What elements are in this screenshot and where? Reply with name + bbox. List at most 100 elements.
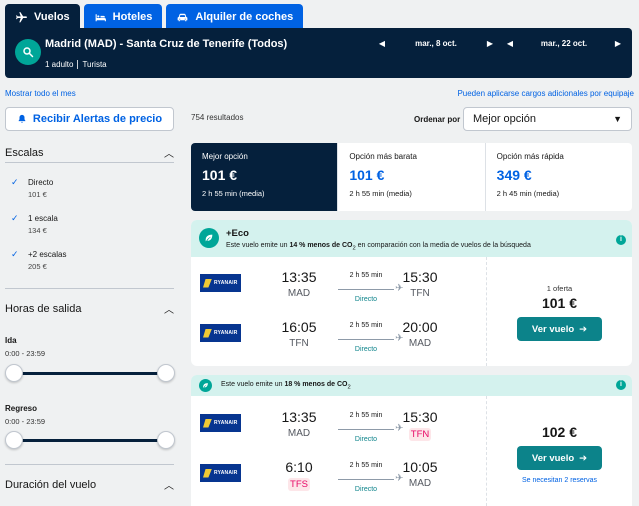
view-flight-button[interactable]: Ver vuelo ➔ — [517, 317, 602, 341]
prev-day-icon[interactable]: ◀ — [377, 39, 387, 48]
departure-time: 13:35 — [281, 269, 317, 285]
leaf-icon — [199, 228, 219, 248]
return-time-label: Regreso — [5, 404, 38, 413]
flight-price: 102 € — [541, 424, 578, 440]
return-date[interactable]: mar., 22 oct. — [541, 39, 587, 48]
prev-day-icon[interactable]: ◀ — [505, 39, 515, 48]
sort-label: Ordenar por — [414, 115, 461, 124]
summary-label: Opción más rápida — [496, 152, 564, 161]
stops-option-2-escalas[interactable]: ✓ +2 escalas 205 € — [11, 250, 66, 272]
eco-text-post: en comparación con la media de vuelos de… — [355, 242, 531, 249]
result-card[interactable]: +Eco Este vuelo emite un 14 % menos de C… — [191, 220, 632, 366]
bookings-note[interactable]: Se necesitan 2 reservas — [487, 477, 632, 484]
departure-times-header[interactable]: Horas de salida ︿ — [5, 301, 174, 317]
ryanair-logo: RYANAIR — [200, 274, 241, 292]
slider-handle-max[interactable] — [157, 364, 175, 382]
flight-legs: RYANAIR 13:35 MAD 2 h 55 min ✈ Directo 1… — [191, 257, 487, 366]
summary-fastest[interactable]: Opción más rápida 349 € 2 h 45 min (medi… — [486, 143, 632, 211]
checkbox-checked-icon[interactable]: ✓ — [11, 214, 20, 223]
leg-duration: 2 h 55 min — [349, 412, 383, 419]
flight-leg-return: RYANAIR 6:10 TFS 2 h 55 min ✈ Directo 10… — [191, 451, 487, 501]
leg-stops: Directo — [354, 436, 378, 443]
tab-vuelos[interactable]: Vuelos — [5, 4, 80, 30]
stops-option-price: 205 € — [28, 262, 47, 271]
flight-price: 101 € — [541, 295, 578, 311]
eco-banner: Este vuelo emite un 18 % menos de CO2 i — [191, 375, 632, 396]
slider-handle-max[interactable] — [157, 431, 175, 449]
stops-filter-header[interactable]: Escalas ︿ — [5, 145, 174, 161]
summary-best[interactable]: Mejor opción 101 € 2 h 55 min (media) — [191, 143, 339, 211]
ryanair-logo: RYANAIR — [200, 414, 241, 432]
departure-time: 6:10 — [285, 459, 313, 475]
tab-label: Alquiler de coches — [195, 11, 294, 23]
stops-option-price: 101 € — [28, 190, 47, 199]
search-summary-bar[interactable]: Madrid (MAD) - Santa Cruz de Tenerife (T… — [5, 28, 632, 78]
stops-title: Escalas — [5, 146, 44, 159]
edit-search-button[interactable] — [15, 39, 41, 65]
slider-handle-min[interactable] — [5, 364, 23, 382]
caret-down-icon: ▼ — [613, 114, 622, 124]
tab-hoteles[interactable]: Hoteles — [83, 4, 163, 30]
flight-leg-return: RYANAIR 16:05 TFN 2 h 55 min ✈ Directo 2… — [191, 311, 487, 361]
divider — [5, 162, 174, 163]
sort-select[interactable]: Mejor opción ▼ — [463, 107, 632, 131]
bed-icon — [95, 13, 106, 21]
duration-filter-header[interactable]: Duración del vuelo ︿ — [5, 477, 174, 493]
view-flight-label: Ver vuelo — [531, 452, 575, 464]
arrival-airport: MAD — [408, 478, 432, 489]
show-month-link[interactable]: Mostrar todo el mes — [5, 89, 76, 98]
summary-duration: 2 h 55 min (media) — [202, 189, 265, 198]
results-count: 754 resultados — [191, 113, 244, 122]
stops-option-directo[interactable]: ✓ Directo 101 € — [11, 178, 54, 200]
checkbox-checked-icon[interactable]: ✓ — [11, 178, 20, 187]
leg-stops: Directo — [354, 486, 378, 493]
view-flight-button[interactable]: Ver vuelo ➔ — [517, 446, 602, 470]
price-alerts-label: Recibir Alertas de precio — [32, 113, 163, 125]
airline-name: RYANAIR — [214, 280, 238, 286]
harp-icon — [203, 278, 212, 288]
eco-text-pre: Este vuelo emite un — [221, 380, 285, 388]
eco-text-pre: Este vuelo emite un — [226, 242, 290, 249]
leg-stops: Directo — [354, 296, 378, 303]
search-icon — [23, 47, 34, 58]
flight-leg-outbound: RYANAIR 13:35 MAD 2 h 55 min ✈ Directo 1… — [191, 401, 487, 451]
cabin-class: Turista — [82, 60, 107, 69]
slider-handle-min[interactable] — [5, 431, 23, 449]
harp-icon — [203, 418, 212, 428]
search-tabs: Vuelos Hoteles Alquiler de coches — [5, 4, 304, 30]
result-card[interactable]: Este vuelo emite un 18 % menos de CO2 i … — [191, 375, 632, 506]
arrival-airport: MAD — [408, 338, 432, 349]
next-day-icon[interactable]: ▶ — [613, 39, 623, 48]
price-alerts-button[interactable]: Recibir Alertas de precio — [5, 107, 174, 131]
arrival-time: 10:05 — [402, 459, 438, 475]
checkbox-checked-icon[interactable]: ✓ — [11, 250, 20, 259]
offers-count: 1 oferta — [546, 284, 573, 293]
leg-line — [338, 289, 394, 290]
outbound-date[interactable]: mar., 8 oct. — [415, 39, 457, 48]
outbound-time-slider[interactable] — [14, 372, 166, 375]
sort-value: Mejor opción — [473, 113, 536, 125]
harp-icon — [203, 328, 212, 338]
info-icon[interactable]: i — [616, 380, 626, 390]
price-panel: 1 oferta 101 € Ver vuelo ➔ — [487, 284, 632, 341]
next-day-icon[interactable]: ▶ — [485, 39, 495, 48]
departure-times-title: Horas de salida — [5, 302, 82, 315]
stops-option-1-escala[interactable]: ✓ 1 escala 134 € — [11, 214, 58, 236]
chevron-up-icon: ︿ — [164, 481, 174, 492]
airline-name: RYANAIR — [214, 330, 238, 336]
harp-icon — [203, 468, 212, 478]
tab-alquiler-coches[interactable]: Alquiler de coches — [166, 4, 304, 30]
car-icon — [178, 13, 188, 21]
return-time-slider[interactable] — [14, 439, 166, 442]
return-time-range: 0:00 - 23:59 — [5, 417, 46, 426]
arrival-time: 15:30 — [402, 409, 438, 425]
search-passengers: 1 adulto Turista — [45, 60, 107, 69]
leaf-icon — [199, 379, 212, 392]
info-icon[interactable]: i — [616, 235, 626, 245]
passenger-count: 1 adulto — [45, 60, 74, 69]
eco-text: Este vuelo emite un 18 % menos de CO2 — [221, 381, 351, 390]
summary-cheapest[interactable]: Opción más barata 101 € 2 h 55 min (medi… — [338, 143, 486, 211]
stops-option-label: Directo — [28, 178, 54, 187]
extra-fees-link[interactable]: Pueden aplicarse cargos adicionales por … — [457, 89, 634, 98]
stops-option-label: 1 escala — [28, 214, 58, 223]
